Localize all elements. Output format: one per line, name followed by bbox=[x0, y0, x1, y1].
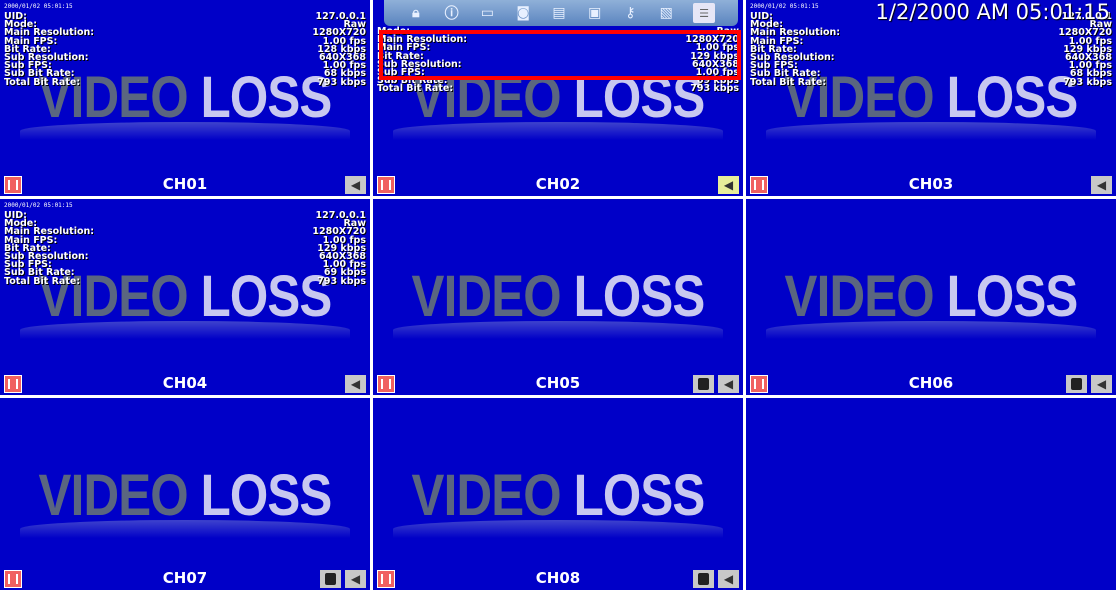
channel-tile-ch01[interactable]: 2000/01/02 05:01:15 UID: 127.0.0.1 Mode: R… bbox=[0, 0, 373, 199]
video-loss-text: VIDEO LOSS bbox=[411, 264, 706, 329]
timestamp: 2000/01/02 05:01:15 bbox=[4, 202, 73, 209]
video-loss-text: VIDEO LOSS bbox=[411, 463, 706, 528]
storage-icon[interactable] bbox=[693, 570, 714, 588]
storage-icon[interactable] bbox=[1066, 375, 1087, 393]
channel-name: CH02 bbox=[535, 175, 581, 193]
info-icon[interactable]: ⓘ bbox=[443, 4, 461, 22]
timestamp: 2000/01/02 05:01:15 bbox=[750, 3, 819, 10]
channel-name: CH01 bbox=[162, 175, 208, 193]
speaker-icon[interactable]: ◀ bbox=[345, 375, 366, 393]
monitor-icon[interactable]: ▭ bbox=[478, 4, 496, 22]
empty-channel-tile bbox=[746, 398, 1116, 590]
speaker-icon[interactable]: ◀ bbox=[718, 176, 739, 194]
channel-name: CH07 bbox=[162, 569, 208, 587]
camera-icon[interactable]: ◙ bbox=[514, 4, 532, 22]
speaker-icon[interactable]: ◀ bbox=[345, 570, 366, 588]
dvr-toolbar: 🔒︎ ⓘ ▭ ◙ ▤ ▣ ⚷ ▧ ☰ bbox=[384, 0, 738, 26]
channel-name: CH05 bbox=[535, 374, 581, 392]
timestamp: 2000/01/02 05:01:15 bbox=[4, 3, 73, 10]
image-icon[interactable]: ▧ bbox=[657, 4, 675, 22]
channel-name: CH08 bbox=[535, 569, 581, 587]
keys-icon[interactable]: ⚷ bbox=[621, 4, 639, 22]
storage-icon[interactable] bbox=[693, 375, 714, 393]
speaker-icon[interactable]: ◀ bbox=[1091, 176, 1112, 194]
stream-info-panel: UID: 127.0.0.1 Mode: Raw Main Resolution: 1… bbox=[4, 210, 366, 287]
lock-icon[interactable]: 🔒︎ bbox=[407, 4, 425, 22]
stream-info-panel: UID: 127.0.0.1 Mode: Raw Main Resolution: 1… bbox=[4, 11, 366, 88]
channel-grid: 2000/01/02 05:01:15 UID: 127.0.0.1 Mode: R… bbox=[0, 0, 1116, 590]
list-icon[interactable]: ☰ bbox=[693, 3, 715, 23]
stream-info-panel: UID: 127.0.0.1 Mode: Raw Main Resolution: 1… bbox=[750, 11, 1112, 88]
speaker-icon[interactable]: ◀ bbox=[1091, 375, 1112, 393]
channel-tile-ch04[interactable]: 2000/01/02 05:01:15 UID: 127.0.0.1 Mode: R… bbox=[0, 199, 373, 398]
film-icon[interactable]: ▤ bbox=[550, 4, 568, 22]
highlight-box bbox=[379, 30, 741, 80]
channel-tile-ch07[interactable]: VIDEO LOSS CH07 ◀ bbox=[0, 398, 373, 590]
speaker-icon[interactable]: ◀ bbox=[718, 375, 739, 393]
video-loss-text: VIDEO LOSS bbox=[38, 463, 333, 528]
speaker-icon[interactable]: ◀ bbox=[345, 176, 366, 194]
screen-icon[interactable]: ▣ bbox=[586, 4, 604, 22]
channel-tile-ch05[interactable]: VIDEO LOSS CH05 ◀ bbox=[373, 199, 746, 398]
storage-icon[interactable] bbox=[320, 570, 341, 588]
channel-tile-ch03[interactable]: 2000/01/02 05:01:15 1/2/2000 AM 05:01:15… bbox=[746, 0, 1116, 199]
video-loss-text: VIDEO LOSS bbox=[784, 264, 1079, 329]
speaker-icon[interactable]: ◀ bbox=[718, 570, 739, 588]
channel-name: CH06 bbox=[908, 374, 954, 392]
channel-tile-ch06[interactable]: VIDEO LOSS CH06 ◀ bbox=[746, 199, 1116, 398]
channel-tile-ch08[interactable]: VIDEO LOSS CH08 ◀ bbox=[373, 398, 746, 590]
system-datetime: 1/2/2000 AM 05:01:15 bbox=[875, 0, 1110, 24]
channel-name: CH04 bbox=[162, 374, 208, 392]
channel-name: CH03 bbox=[908, 175, 954, 193]
